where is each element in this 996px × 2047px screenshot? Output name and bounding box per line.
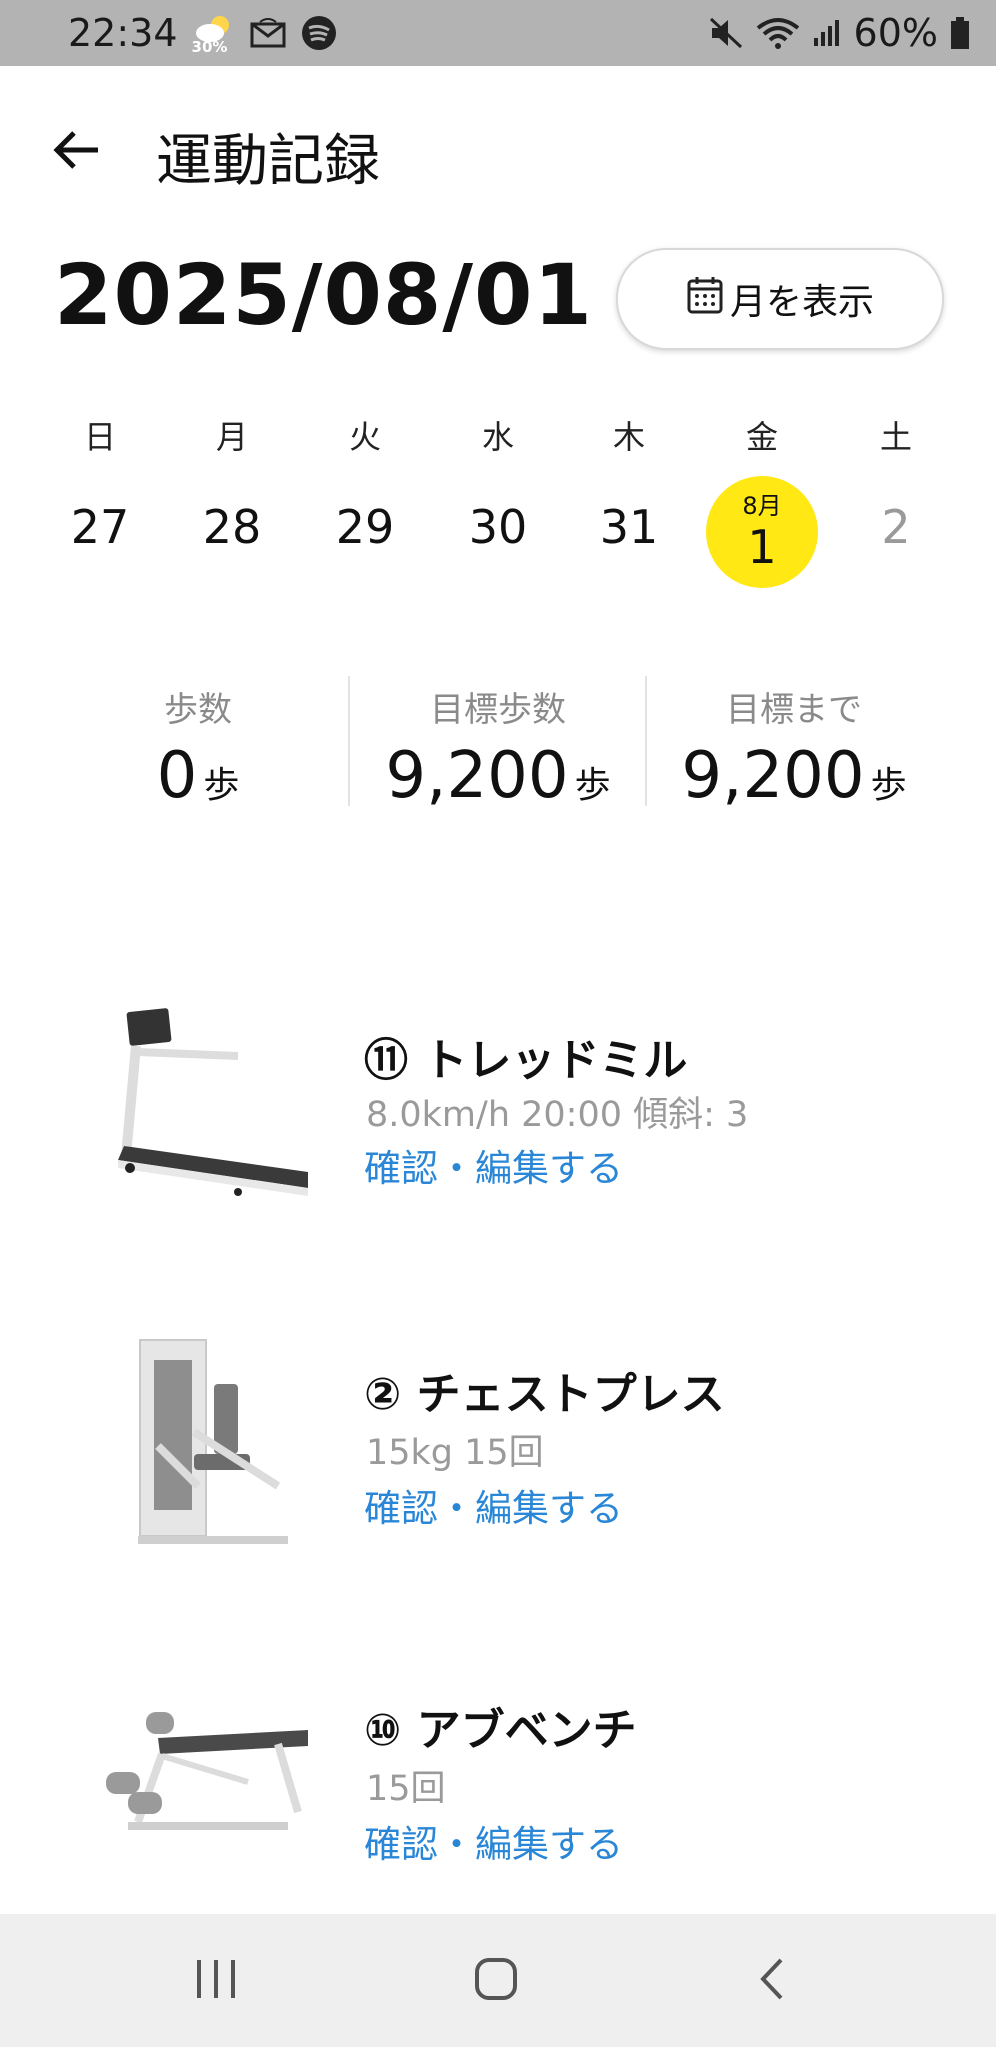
stat-value-row: 0歩 xyxy=(50,739,346,813)
weekday-label: 月 xyxy=(215,418,248,456)
stat-unit: 歩 xyxy=(574,765,611,806)
chest-press-machine-image xyxy=(98,1336,318,1556)
stat-goal-steps: 目標歩数 9,200 歩 xyxy=(350,672,646,813)
battery-text: 60% xyxy=(853,11,938,55)
weather-percent: 30% xyxy=(191,38,228,56)
confirm-edit-link[interactable]: 確認・編集する xyxy=(364,1138,623,1192)
system-nav-bar xyxy=(0,1914,996,2047)
stat-value-row: 9,200 歩 xyxy=(646,739,942,813)
exercise-detail: 15kg 15回 xyxy=(366,1433,544,1473)
calendar-icon xyxy=(686,275,724,324)
stat-unit: 歩 xyxy=(870,765,907,806)
status-time: 22:34 xyxy=(68,11,178,55)
recent-apps-icon xyxy=(197,1960,235,1998)
stat-unit: 歩 xyxy=(203,765,240,806)
stat-label: 目標まで xyxy=(726,690,862,730)
confirm-edit-link[interactable]: 確認・編集する xyxy=(364,1478,623,1532)
exercise-item-chest-press: ② チェストプレス 15kg 15回 確認・編集する xyxy=(0,1336,996,1596)
weekday-label: 火 xyxy=(348,418,381,456)
stat-value: 0 xyxy=(156,739,198,813)
stat-divider xyxy=(645,676,647,806)
weekday-label: 木 xyxy=(612,418,645,456)
wifi-icon xyxy=(756,16,800,50)
show-month-button[interactable]: 月を表示 xyxy=(616,248,944,350)
page-title: 運動記録 xyxy=(156,129,380,194)
weekday-label: 日 xyxy=(83,418,116,456)
stat-steps: 歩数 0歩 xyxy=(50,672,346,813)
stat-label: 歩数 xyxy=(164,690,232,730)
mute-icon xyxy=(708,16,744,50)
status-bar: 22:34 30% 60% xyxy=(0,0,996,66)
stat-label: 目標歩数 xyxy=(430,690,566,730)
ab-bench-image xyxy=(98,1672,318,1892)
status-left: 22:34 30% xyxy=(68,0,338,66)
weather-icon: 30% xyxy=(192,8,236,58)
weekday-label: 土 xyxy=(879,418,912,456)
home-button[interactable] xyxy=(446,1944,546,2014)
day-number: 31 xyxy=(599,500,659,554)
arrow-left-icon xyxy=(53,131,98,169)
date-title: 2025/08/01 xyxy=(54,246,593,344)
selected-day-month: 8月 xyxy=(742,492,782,520)
treadmill-image xyxy=(98,996,318,1216)
day-number: 27 xyxy=(70,500,130,554)
day-number: 30 xyxy=(468,500,528,554)
exercise-item-treadmill: ⑪ トレッドミル 8.0km/h 20:00 傾斜: 3 確認・編集する xyxy=(0,996,996,1256)
status-right: 60% xyxy=(708,0,970,66)
day-number: 29 xyxy=(335,500,395,554)
home-icon xyxy=(475,1958,517,2000)
mail-icon xyxy=(250,18,286,48)
signal-icon xyxy=(812,18,842,48)
exercise-title: ② チェストプレス xyxy=(364,1369,725,1420)
back-nav-button[interactable] xyxy=(724,1944,824,2014)
recent-apps-button[interactable] xyxy=(166,1944,266,2014)
confirm-edit-link[interactable]: 確認・編集する xyxy=(364,1814,623,1868)
show-month-label: 月を表示 xyxy=(729,282,874,323)
selected-day-number: 1 xyxy=(747,520,777,574)
exercise-title: ⑪ トレッドミル xyxy=(364,1035,688,1086)
stat-value: 9,200 xyxy=(385,739,569,813)
exercise-detail: 8.0km/h 20:00 傾斜: 3 xyxy=(366,1095,749,1135)
exercise-detail: 15回 xyxy=(366,1769,446,1809)
battery-icon xyxy=(950,16,970,50)
day-number: 28 xyxy=(202,500,262,554)
stat-value-row: 9,200 歩 xyxy=(350,739,646,813)
weekday-label: 水 xyxy=(481,418,514,456)
weekday-label: 金 xyxy=(745,418,778,456)
spotify-icon xyxy=(300,14,338,52)
stat-divider xyxy=(348,676,350,806)
stat-value: 9,200 xyxy=(681,739,865,813)
day-number: 2 xyxy=(881,500,911,554)
back-button[interactable] xyxy=(48,120,108,180)
chevron-left-icon xyxy=(760,1958,783,2000)
exercise-item-ab-bench: ⑩ アブベンチ 15回 確認・編集する xyxy=(0,1672,996,1932)
step-stats: 歩数 0歩 目標歩数 9,200 歩 目標まで 9,200 歩 xyxy=(50,672,950,813)
stat-remaining: 目標まで 9,200 歩 xyxy=(646,672,942,813)
exercise-title: ⑩ アブベンチ xyxy=(364,1705,637,1756)
